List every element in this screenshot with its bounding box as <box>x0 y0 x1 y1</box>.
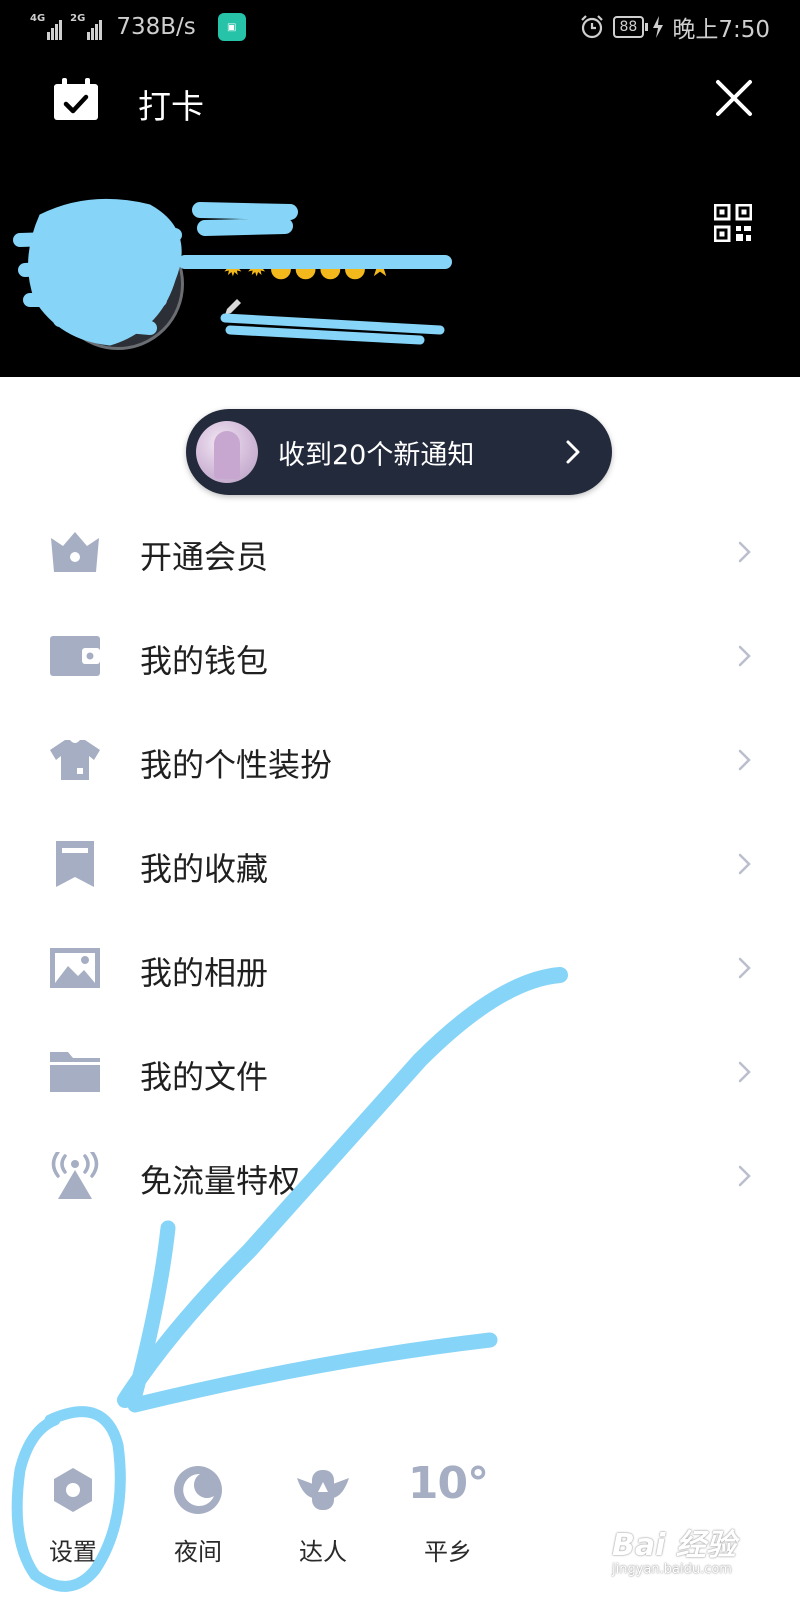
battery-indicator: 88 <box>612 16 649 38</box>
wallet-icon <box>50 636 100 676</box>
chevron-right-icon <box>738 645 751 667</box>
settings-label: 设置 <box>49 1538 97 1566</box>
chevron-right-icon <box>566 440 580 464</box>
alarm-icon <box>580 15 603 39</box>
chevron-right-icon <box>738 1061 751 1083</box>
settings-button[interactable]: 设置 <box>18 1450 128 1570</box>
menu-item-vip[interactable]: 开通会员 <box>0 500 800 604</box>
qr-code-icon[interactable] <box>714 204 752 242</box>
menu-item-favorites[interactable]: 我的收藏 <box>0 812 800 916</box>
charging-icon <box>653 16 664 38</box>
header-toolbar: 打卡 <box>0 62 800 138</box>
level-icon: ✹ <box>222 253 244 283</box>
baidu-jingyan-watermark: Bai 经验 jingyan.baidu.com <box>612 1520 792 1590</box>
night-mode-button[interactable]: 夜间 <box>143 1450 253 1570</box>
winged-badge-icon <box>297 1470 349 1510</box>
checkin-label[interactable]: 打卡 <box>138 80 204 128</box>
network-type-2: 2G <box>70 13 86 24</box>
level-icon: ● <box>318 253 342 283</box>
level-icon: ● <box>343 253 367 283</box>
broadcast-icon <box>51 1152 99 1199</box>
signal-icon: 2G <box>70 13 103 40</box>
chevron-right-icon <box>738 749 751 771</box>
nickname[interactable]: —— <box>222 206 270 234</box>
weather-temperature: 10° <box>407 1458 489 1509</box>
avatar[interactable] <box>52 218 184 350</box>
level-icon: ● <box>294 253 317 283</box>
folder-icon <box>50 1052 100 1092</box>
crown-icon <box>51 532 99 572</box>
close-icon[interactable] <box>712 76 756 120</box>
clock-time: 晚上7:50 <box>672 17 770 43</box>
expert-button[interactable]: 达人 <box>268 1450 378 1570</box>
notification-banner[interactable]: 收到20个新通知 <box>186 409 612 495</box>
chevron-right-icon <box>738 853 751 875</box>
level-icon: ★ <box>368 253 392 283</box>
level-icon: ✹ <box>245 253 268 283</box>
app-notification-icon: ▣ <box>217 13 246 41</box>
notification-avatar <box>196 421 258 483</box>
night-mode-label: 夜间 <box>174 1538 222 1566</box>
menu-item-free-data[interactable]: 免流量特权 <box>0 1124 800 1228</box>
signature[interactable] <box>222 296 244 318</box>
menu-item-label: 我的钱包 <box>140 642 269 680</box>
weather-widget[interactable]: 10° 平乡 <box>393 1450 503 1570</box>
signal-icon: 4G <box>30 13 63 40</box>
user-profile[interactable]: —— ✹ ✹ ● ● ● ● ★ <box>0 180 800 360</box>
menu-item-label: 免流量特权 <box>140 1162 301 1200</box>
menu-item-dressup[interactable]: 我的个性装扮 <box>0 708 800 812</box>
photo-icon <box>50 948 100 988</box>
tshirt-icon <box>50 740 100 780</box>
menu-item-files[interactable]: 我的文件 <box>0 1020 800 1124</box>
profile-header: 4G 2G 738B/s ▣ 88 晚上7:50 打卡 —— ✹ ✹ ● ● ●… <box>0 0 800 377</box>
menu-item-album[interactable]: 我的相册 <box>0 916 800 1020</box>
chevron-right-icon <box>738 1165 751 1187</box>
menu-item-label: 我的文件 <box>140 1058 269 1096</box>
settings-hexagon-icon <box>54 1468 92 1512</box>
network-speed: 738B/s <box>116 14 196 40</box>
menu-item-label: 我的个性装扮 <box>140 746 333 784</box>
weather-city: 平乡 <box>424 1538 472 1566</box>
watermark-sub: jingyan.baidu.com <box>612 1562 732 1577</box>
watermark-main: Bai 经验 <box>612 1528 736 1563</box>
level-icon: ● <box>269 253 293 283</box>
status-bar: 4G 2G 738B/s ▣ 88 晚上7:50 <box>0 0 800 56</box>
level-stars[interactable]: ✹ ✹ ● ● ● ● ★ <box>222 254 392 282</box>
menu-item-label: 我的相册 <box>140 954 269 992</box>
menu-item-label: 开通会员 <box>140 538 269 576</box>
checkin-calendar-icon[interactable] <box>52 78 100 122</box>
network-type-1: 4G <box>30 13 46 24</box>
notification-text: 收到20个新通知 <box>278 440 475 471</box>
bookmark-icon <box>56 841 94 887</box>
pencil-icon <box>225 299 241 315</box>
menu-item-wallet[interactable]: 我的钱包 <box>0 604 800 708</box>
expert-label: 达人 <box>299 1538 347 1566</box>
moon-icon <box>174 1466 222 1514</box>
menu-item-label: 我的收藏 <box>140 850 269 888</box>
chevron-right-icon <box>738 957 751 979</box>
chevron-right-icon <box>738 541 751 563</box>
